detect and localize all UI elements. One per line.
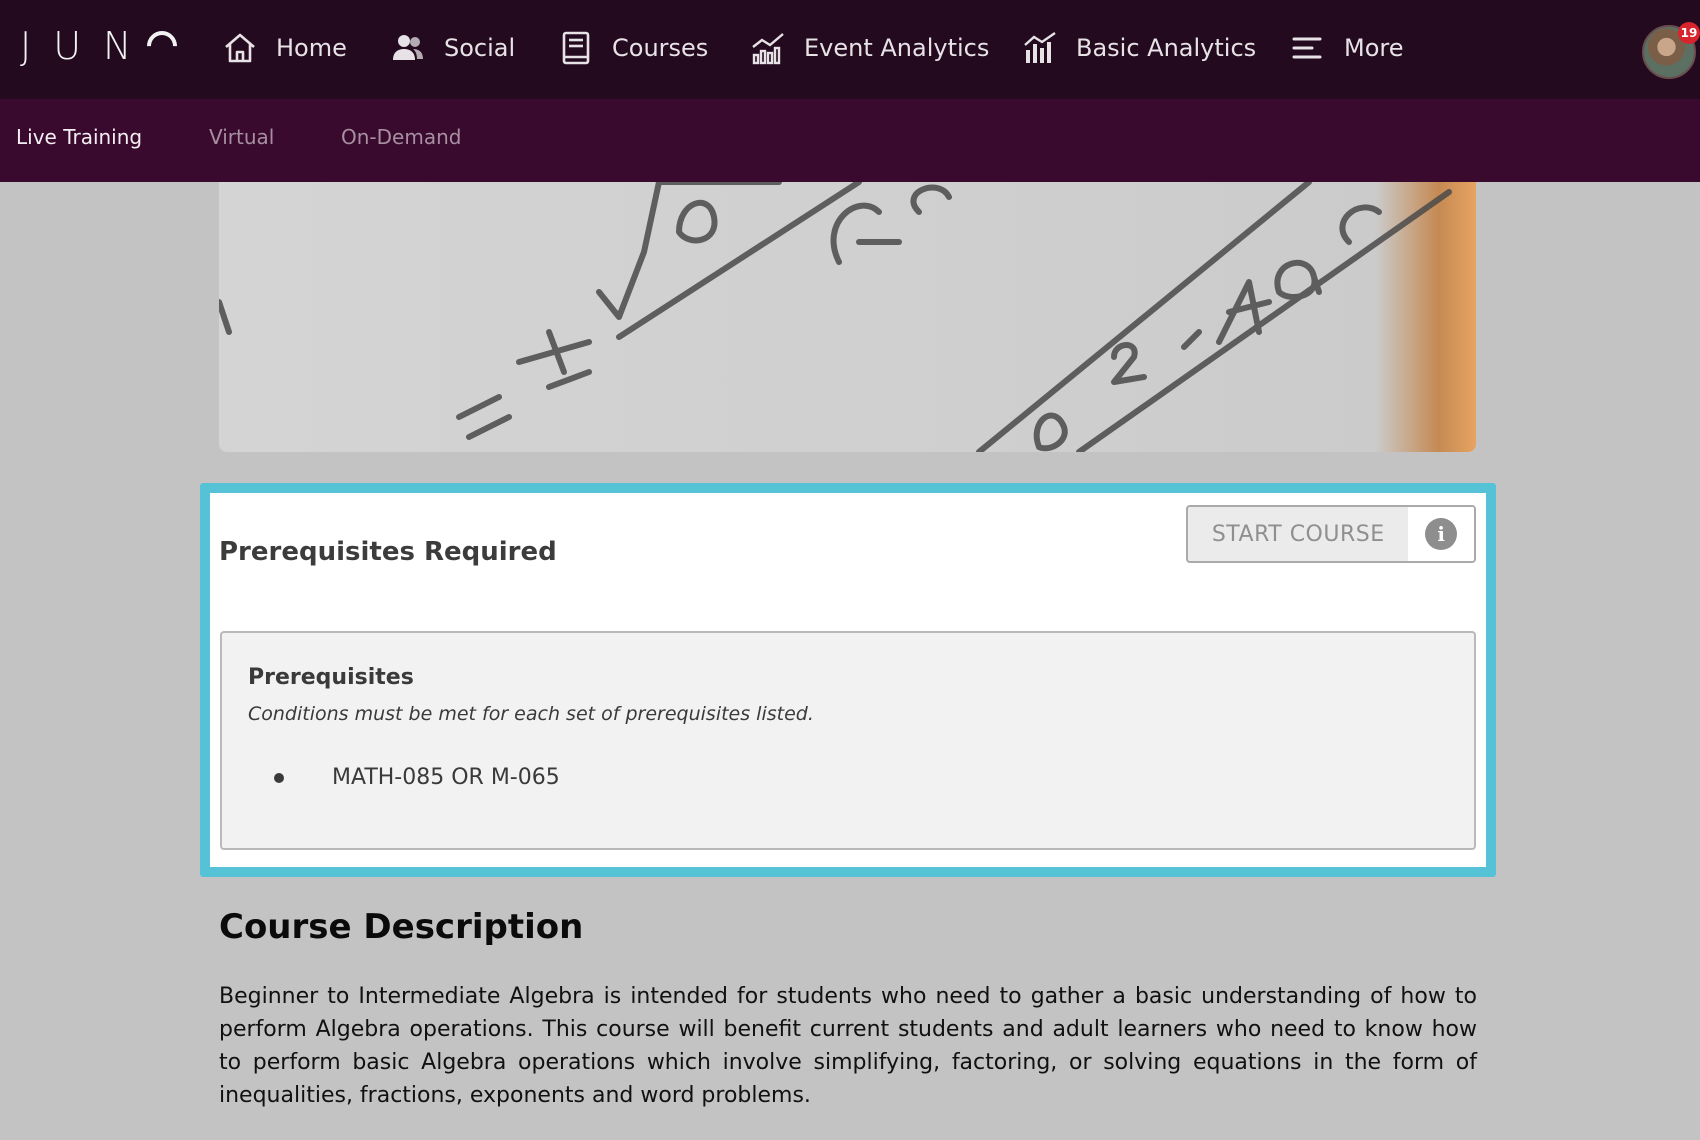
home-icon [225,33,255,63]
logo-text: JUN [20,24,154,68]
prerequisite-course: MATH-085 OR M-065 [332,765,560,790]
tab-live-training[interactable]: Live Training [16,125,142,149]
event-analytics-icon [752,33,784,65]
nav-courses[interactable]: Courses [558,28,708,68]
prerequisites-box: Prerequisites Conditions must be met for… [220,631,1476,850]
notification-badge: 19 [1678,22,1700,44]
nav-event-analytics-label: Event Analytics [804,34,990,62]
tab-virtual[interactable]: Virtual [209,125,274,149]
nav-social-label: Social [444,34,516,62]
prerequisites-title: Prerequisites Required [219,537,557,567]
users-icon [393,35,423,60]
course-description-text: Beginner to Intermediate Algebra is inte… [219,984,1477,1108]
course-description-title: Course Description [219,907,584,947]
start-course-label: START COURSE [1211,521,1385,547]
start-course-button[interactable]: START COURSE i [1186,505,1476,563]
tab-on-demand[interactable]: On-Demand [341,125,461,149]
prerequisites-card-body: Prerequisites Required START COURSE i Pr… [210,493,1486,867]
bullet-icon [274,772,284,783]
info-icon: i [1425,518,1458,550]
nav-home[interactable]: Home [222,28,347,68]
juno-logo[interactable]: JUN [20,24,184,68]
course-banner-image [219,182,1476,452]
start-course-info-button[interactable]: i [1408,507,1474,561]
bar-chart-icon [1024,32,1056,63]
nav-more-label: More [1344,34,1404,62]
prerequisites-note: Conditions must be met for each set of p… [248,703,814,725]
list-item: MATH-085 OR M-065 [274,765,560,790]
menu-icon [1292,37,1322,59]
nav-social[interactable]: Social [390,28,515,68]
nav-more[interactable]: More [1290,28,1404,68]
nav-basic-analytics-label: Basic Analytics [1076,34,1257,62]
nav-home-label: Home [276,34,347,62]
prerequisites-card: Prerequisites Required START COURSE i Pr… [200,483,1496,877]
book-icon [562,31,590,65]
nav-basic-analytics[interactable]: Basic Analytics [1022,28,1256,68]
nav-courses-label: Courses [612,34,709,62]
prerequisites-heading: Prerequisites [248,665,414,690]
nav-event-analytics[interactable]: Event Analytics [750,28,989,68]
prerequisites-list: MATH-085 OR M-065 [274,765,560,790]
